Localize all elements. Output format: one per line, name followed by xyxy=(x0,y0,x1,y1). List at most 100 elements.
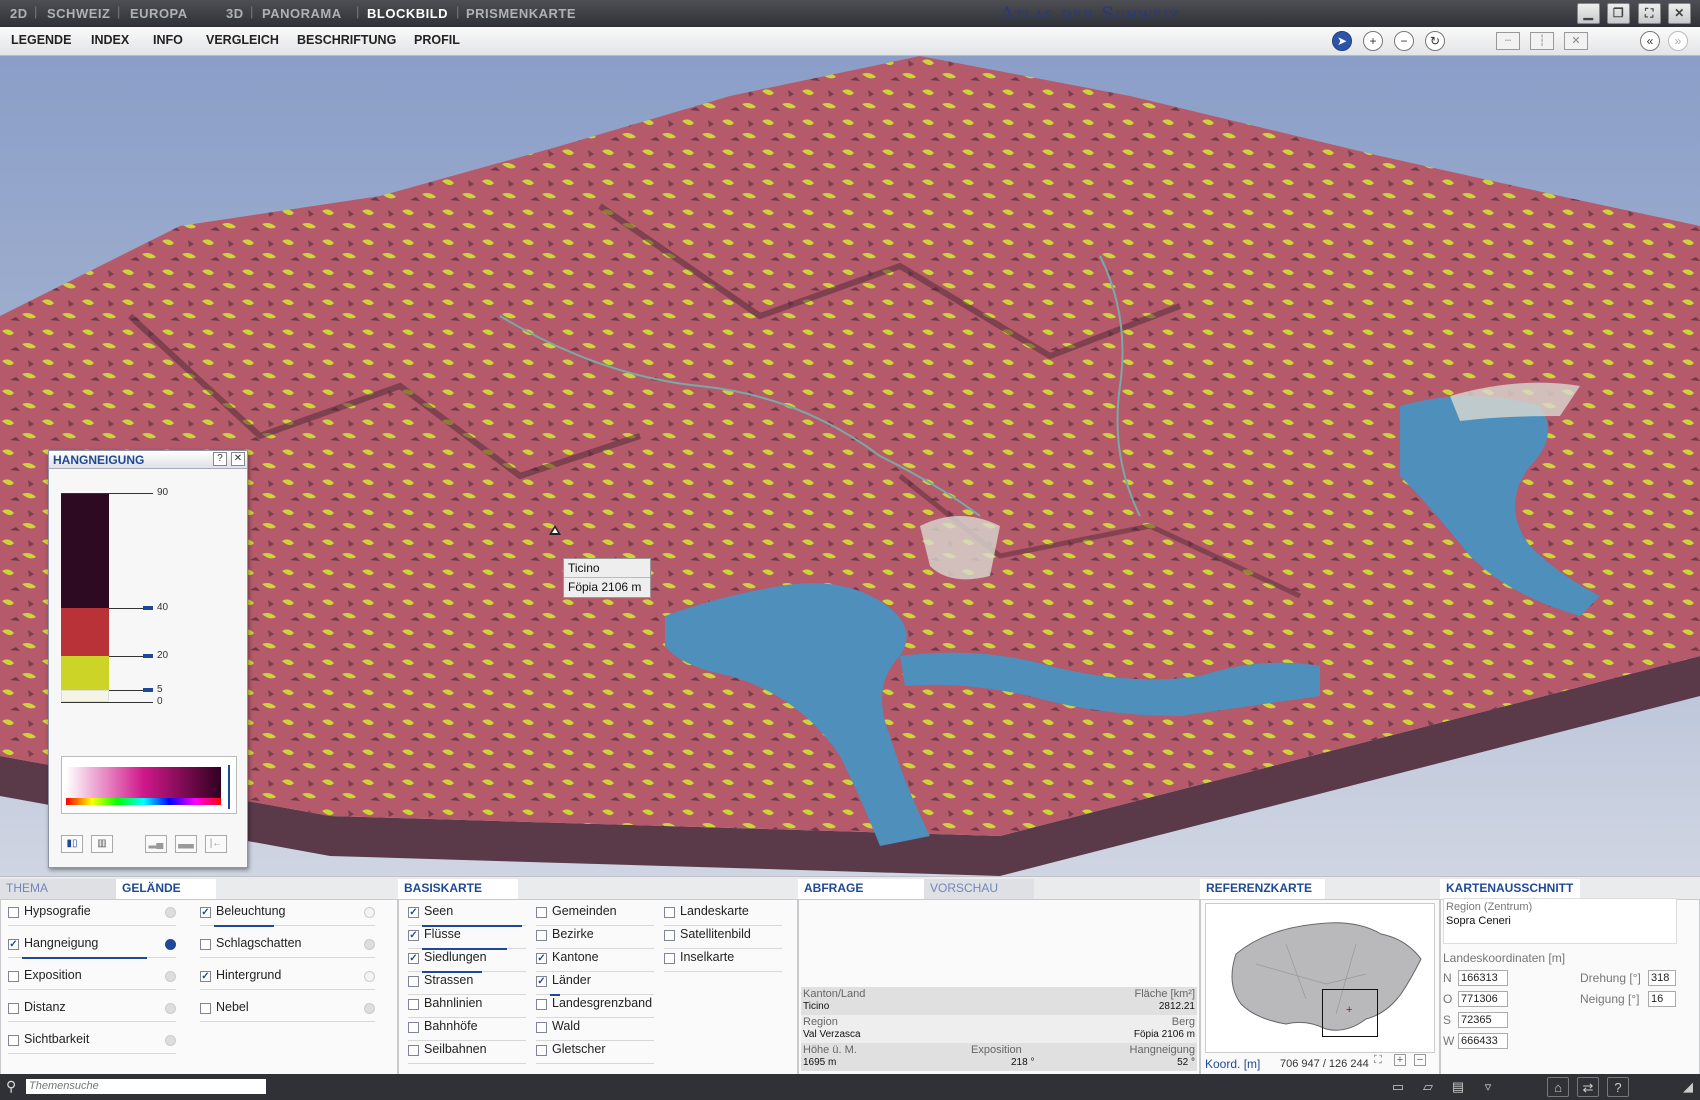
mode-prismenkarte[interactable]: PRISMENKARTE xyxy=(466,6,576,21)
layer-hangneigung[interactable]: ✓ Hangneigung xyxy=(8,936,176,959)
layer-laender[interactable]: ✓ Länder xyxy=(536,973,654,996)
theme-search-input[interactable] xyxy=(26,1079,266,1094)
layer-sichtbarkeit[interactable]: Sichtbarkeit xyxy=(8,1032,176,1054)
mode-europa[interactable]: EUROPA xyxy=(130,6,188,21)
histogram-icon[interactable]: ▂▄ xyxy=(145,835,167,853)
tab-abfrage[interactable]: ABFRAGE xyxy=(798,879,928,899)
info-dot[interactable] xyxy=(165,907,176,918)
layer-exposition[interactable]: Exposition xyxy=(8,968,176,990)
checkbox[interactable]: ✓ xyxy=(536,953,547,964)
zoom-in-small-icon[interactable]: + xyxy=(1394,1054,1406,1066)
color-picker[interactable] xyxy=(61,756,237,814)
layer-inselkarte[interactable]: Inselkarte xyxy=(664,950,782,972)
layer-bahnlinien[interactable]: Bahnlinien xyxy=(408,996,526,1018)
layer-gemeinden[interactable]: Gemeinden xyxy=(536,904,654,926)
layer-gletscher[interactable]: Gletscher xyxy=(536,1042,654,1064)
menu-beschriftung[interactable]: BESCHRIFTUNG xyxy=(297,33,396,47)
tab-vorschau[interactable]: VORSCHAU xyxy=(924,879,1034,899)
w-field[interactable]: 666433 xyxy=(1458,1033,1508,1049)
layer-hypsografie[interactable]: Hypsografie xyxy=(8,904,176,926)
checkbox[interactable] xyxy=(8,907,19,918)
info-dot[interactable] xyxy=(364,939,375,950)
layer-hintergrund[interactable]: ✓ Hintergrund xyxy=(200,968,375,990)
checkbox[interactable] xyxy=(536,907,547,918)
tab-referenzkarte[interactable]: REFERENZKARTE xyxy=(1200,879,1325,899)
menu-index[interactable]: INDEX xyxy=(91,33,129,47)
drehung-field[interactable]: 318 xyxy=(1648,970,1676,986)
layer-landesgrenzband[interactable]: Landesgrenzband xyxy=(536,996,654,1018)
layer-nebel[interactable]: Nebel xyxy=(200,1000,375,1022)
minimize-button[interactable]: ▁ xyxy=(1577,3,1600,24)
zoom-in-icon[interactable]: + xyxy=(1363,31,1383,51)
save-icon[interactable]: ▿ xyxy=(1477,1077,1499,1097)
layer-bahnhoefe[interactable]: Bahnhöfe xyxy=(408,1019,526,1041)
info-dot[interactable] xyxy=(165,1035,176,1046)
checkbox[interactable] xyxy=(664,907,675,918)
opacity-slider[interactable] xyxy=(22,957,147,959)
gradient-icon[interactable]: ▥ xyxy=(91,835,113,853)
checkbox[interactable] xyxy=(408,1045,419,1056)
block-diagram-map[interactable]: Ticino Föpia 2106 m xyxy=(0,56,1700,876)
comment-icon[interactable]: ▱ xyxy=(1417,1077,1439,1097)
threshold-handle[interactable] xyxy=(143,654,153,658)
checkbox[interactable]: ✓ xyxy=(408,930,419,941)
checkbox[interactable]: ✓ xyxy=(408,907,419,918)
checkbox[interactable]: ✓ xyxy=(408,953,419,964)
fit-icon[interactable]: ⛶ xyxy=(1374,1054,1382,1067)
menu-vergleich[interactable]: VERGLEICH xyxy=(206,33,279,47)
layer-siedlungen[interactable]: ✓ Siedlungen xyxy=(408,950,526,973)
info-dot[interactable] xyxy=(364,1003,375,1014)
n-field[interactable]: 166313 xyxy=(1458,970,1508,986)
checkbox[interactable] xyxy=(8,1035,19,1046)
checkbox[interactable]: ✓ xyxy=(200,907,211,918)
reset-icon[interactable]: |← xyxy=(205,835,227,853)
open-folder-icon[interactable]: ▭ xyxy=(1387,1077,1409,1097)
checkbox[interactable] xyxy=(408,999,419,1010)
resize-grip-icon[interactable]: ◢ xyxy=(1677,1077,1699,1097)
vertical-split-icon[interactable]: ┆ xyxy=(1530,32,1554,50)
layer-strassen[interactable]: Strassen xyxy=(408,973,526,995)
checkbox[interactable] xyxy=(664,953,675,964)
checkbox[interactable] xyxy=(408,976,419,987)
mode-2d[interactable]: 2D xyxy=(10,6,28,21)
palette-icon[interactable]: ▮▯ xyxy=(61,835,83,853)
threshold-handle[interactable] xyxy=(143,606,153,610)
mode-blockbild[interactable]: BLOCKBILD xyxy=(367,6,448,21)
pointer-icon[interactable]: ➤ xyxy=(1332,31,1352,51)
link-icon[interactable]: ⇄ xyxy=(1577,1077,1599,1097)
print-icon[interactable]: ▤ xyxy=(1447,1077,1469,1097)
checkbox[interactable] xyxy=(8,971,19,982)
close-window-button[interactable]: ✕ xyxy=(1668,3,1691,24)
home-icon[interactable]: ⌂ xyxy=(1547,1077,1569,1097)
checkbox[interactable] xyxy=(536,1045,547,1056)
checkbox[interactable] xyxy=(8,1003,19,1014)
tab-kartenausschnitt[interactable]: KARTENAUSSCHNITT xyxy=(1440,879,1580,899)
checkbox[interactable] xyxy=(536,999,547,1010)
layer-bezirke[interactable]: Bezirke xyxy=(536,927,654,949)
mode-panorama[interactable]: PANORAMA xyxy=(262,6,342,21)
hue-strip[interactable] xyxy=(66,798,221,805)
layer-landeskarte[interactable]: Landeskarte xyxy=(664,904,782,926)
checkbox[interactable]: ✓ xyxy=(200,971,211,982)
brightness-slider[interactable] xyxy=(228,765,230,809)
layer-distanz[interactable]: Distanz xyxy=(8,1000,176,1022)
layer-beleuchtung[interactable]: ✓ Beleuchtung xyxy=(200,904,375,927)
help-icon[interactable]: ? xyxy=(1607,1077,1629,1097)
horizontal-split-icon[interactable]: ┄ xyxy=(1496,32,1520,50)
help-button[interactable]: ? xyxy=(213,452,227,466)
restore-button[interactable]: ❐ xyxy=(1607,3,1630,24)
threshold-handle[interactable] xyxy=(143,688,153,692)
o-field[interactable]: 771306 xyxy=(1458,991,1508,1007)
mode-3d[interactable]: 3D xyxy=(226,6,244,21)
layer-schlagschatten[interactable]: Schlagschatten xyxy=(200,936,375,958)
close-legend-button[interactable]: ✕ xyxy=(231,452,245,466)
menu-info[interactable]: INFO xyxy=(153,33,183,47)
zoom-out-icon[interactable]: − xyxy=(1394,31,1414,51)
reference-map[interactable]: + xyxy=(1205,903,1435,1053)
checkbox[interactable] xyxy=(536,930,547,941)
s-field[interactable]: 72365 xyxy=(1458,1012,1508,1028)
menu-legende[interactable]: LEGENDE xyxy=(11,33,71,47)
info-dot[interactable] xyxy=(165,1003,176,1014)
legend-panel[interactable]: HANGNEIGUNG ? ✕ 90 40 20 5 0 ▮▯ ▥ ▂▄ ▃▃ … xyxy=(48,450,248,868)
layer-fluesse[interactable]: ✓ Flüsse xyxy=(408,927,526,950)
